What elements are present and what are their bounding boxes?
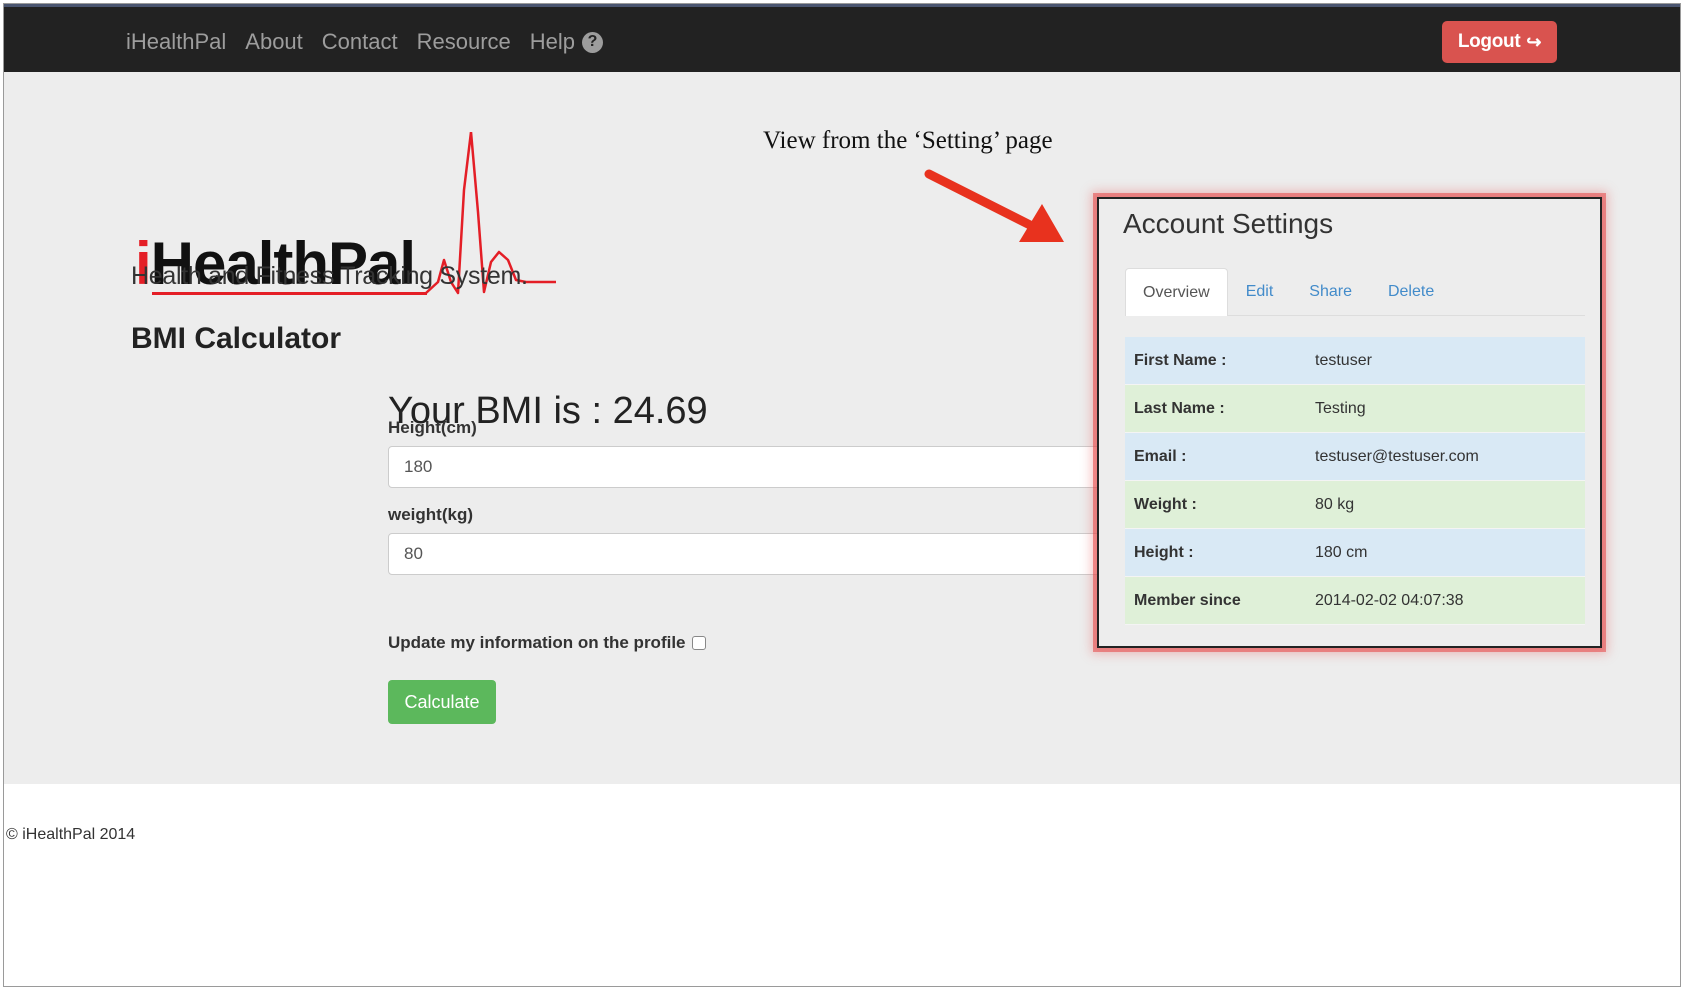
row-key: Height : bbox=[1134, 543, 1194, 561]
update-profile-row: Update my information on the profile bbox=[388, 633, 706, 653]
logout-label: Logout bbox=[1457, 31, 1521, 52]
height-input[interactable]: 180 bbox=[388, 446, 1108, 488]
row-key: First Name : bbox=[1134, 351, 1227, 369]
annotation-caption: View from the ‘Setting’ page bbox=[763, 127, 1053, 154]
row-value: Testing bbox=[1315, 399, 1366, 417]
table-row: Height : 180 cm bbox=[1125, 529, 1585, 577]
table-row: First Name : testuser bbox=[1125, 337, 1585, 385]
row-key: Last Name : bbox=[1134, 399, 1225, 417]
tab-share[interactable]: Share bbox=[1291, 268, 1370, 316]
ihealthpal-logo: iHealthPal bbox=[126, 132, 556, 332]
row-value: 2014-02-02 04:07:38 bbox=[1315, 591, 1464, 609]
nav-brand-link[interactable]: iHealthPal bbox=[126, 29, 226, 55]
main-content: iHealthPal Health and Fitness Tracking S… bbox=[4, 72, 1680, 784]
row-value: 180 cm bbox=[1315, 543, 1368, 561]
table-row: Last Name : Testing bbox=[1125, 385, 1585, 433]
help-label: Help bbox=[529, 29, 576, 54]
app-window: iHealthPal About Contact Resource Help ?… bbox=[3, 3, 1681, 987]
top-navbar: iHealthPal About Contact Resource Help ?… bbox=[4, 4, 1680, 72]
weight-input[interactable]: 80 bbox=[388, 533, 1108, 575]
logo-underline bbox=[152, 292, 427, 295]
sign-out-icon: ↪ bbox=[1526, 31, 1542, 52]
nav-resource-link[interactable]: Resource bbox=[417, 29, 511, 55]
question-circle-icon: ? bbox=[582, 31, 604, 53]
row-key: Weight : bbox=[1134, 495, 1197, 513]
footer-copyright: © iHealthPal 2014 bbox=[6, 826, 136, 843]
row-value: testuser bbox=[1315, 351, 1372, 369]
logo-tagline: Health and Fitness Tracking System. bbox=[131, 262, 528, 290]
height-label: Height(cm) bbox=[388, 418, 477, 437]
page-title: BMI Calculator bbox=[131, 322, 342, 355]
row-value: 80 kg bbox=[1315, 495, 1355, 513]
table-row: Email : testuser@testuser.com bbox=[1125, 433, 1585, 481]
table-row: Weight : 80 kg bbox=[1125, 481, 1585, 529]
nav-about-link[interactable]: About bbox=[245, 29, 303, 55]
nav-links: iHealthPal About Contact Resource Help ? bbox=[126, 29, 622, 55]
update-profile-label: Update my information on the profile bbox=[388, 633, 686, 652]
table-row: Member since 2014-02-02 04:07:38 bbox=[1125, 577, 1585, 625]
logout-button[interactable]: Logout ↪ bbox=[1442, 21, 1557, 63]
update-profile-checkbox[interactable] bbox=[691, 636, 706, 650]
account-settings-title: Account Settings bbox=[1123, 208, 1334, 239]
nav-contact-link[interactable]: Contact bbox=[322, 29, 398, 55]
account-info-table: First Name : testuser Last Name : Testin… bbox=[1125, 337, 1585, 625]
row-value: testuser@testuser.com bbox=[1315, 447, 1479, 465]
account-settings-panel: Account Settings Overview Edit Share Del… bbox=[1097, 197, 1602, 648]
row-key: Member since bbox=[1134, 591, 1241, 609]
settings-tabs: Overview Edit Share Delete bbox=[1125, 268, 1585, 316]
weight-label: weight(kg) bbox=[388, 505, 473, 524]
red-arrow-icon bbox=[924, 169, 1064, 242]
tab-edit[interactable]: Edit bbox=[1228, 268, 1292, 316]
calculate-button[interactable]: Calculate bbox=[388, 680, 496, 724]
row-key: Email : bbox=[1134, 447, 1187, 465]
tab-delete[interactable]: Delete bbox=[1370, 268, 1452, 316]
tab-overview[interactable]: Overview bbox=[1125, 268, 1228, 316]
nav-help-link[interactable]: Help ? bbox=[529, 29, 604, 55]
